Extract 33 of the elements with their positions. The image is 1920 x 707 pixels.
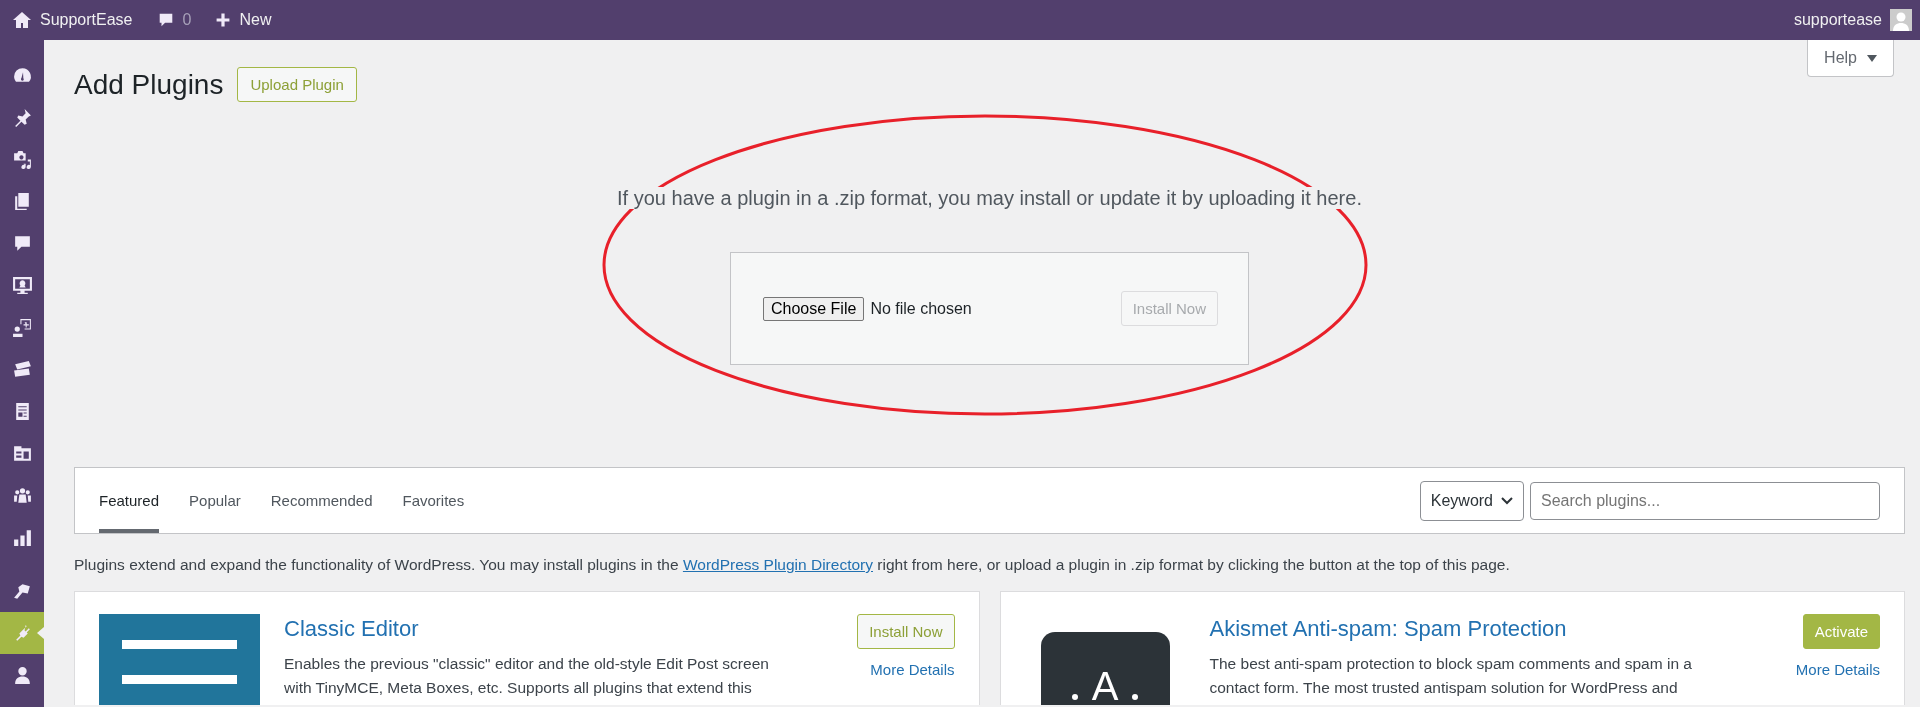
search-type-dropdown[interactable]: Keyword <box>1419 480 1524 521</box>
home-icon <box>12 10 32 30</box>
logo-letter-text: A <box>1091 666 1119 705</box>
choose-file-button[interactable]: Choose File <box>763 296 865 321</box>
more-details-link[interactable]: More Details <box>1795 661 1880 678</box>
intro-text: Plugins extend and expand the functionality of WordPress. You may install plugins in the WordPress Plugin Directory right from here, or upload a plugin in .zip format by clicking the button at the top of this page. <box>74 556 1511 574</box>
plugin-name-link[interactable]: Classic Editor <box>284 616 794 642</box>
user-link[interactable]: supportease <box>1781 11 1882 29</box>
person-plus-icon <box>11 316 33 338</box>
plugin-description: Enables the previous "classic" editor and the old-style Edit Post screen with TinyMCE, Meta Boxes, etc. Supports all plugins that extend this <box>284 654 770 698</box>
tickets-icon <box>11 358 33 380</box>
page-title: Add Plugins <box>74 68 224 101</box>
camera-music-icon <box>11 148 33 170</box>
more-details-link[interactable]: More Details <box>870 661 955 678</box>
monitor-icon <box>11 274 33 296</box>
filter-tab[interactable]: Popular <box>189 468 241 533</box>
filter-tab[interactable]: Featured <box>99 468 160 533</box>
comments-link[interactable]: 0 <box>144 11 204 29</box>
plus-icon <box>215 12 232 28</box>
chevron-down-icon <box>1501 496 1513 505</box>
caret-icon <box>1867 54 1877 62</box>
plugin-directory-link[interactable]: WordPress Plugin Directory <box>682 556 873 573</box>
help-button[interactable]: Help <box>1807 40 1894 77</box>
plugin-name-link[interactable]: Akismet Anti-spam: Spam Protection <box>1209 616 1720 642</box>
plugin-description: The best anti-spam protection to block spam comments and spam in a contact form. The most trusted antispam solution for WordPress and <box>1209 654 1693 698</box>
new-link[interactable]: New <box>203 11 284 29</box>
comment-count: 0 <box>182 11 192 29</box>
filter-tab[interactable]: Recommended <box>270 468 373 533</box>
site-link[interactable]: SupportEase <box>0 10 145 30</box>
filter-tab[interactable]: Favorites <box>402 468 465 533</box>
pointer-icon <box>37 627 44 639</box>
file-status: No file chosen <box>870 299 972 318</box>
search-field[interactable]: Search plugins... <box>1530 481 1880 520</box>
